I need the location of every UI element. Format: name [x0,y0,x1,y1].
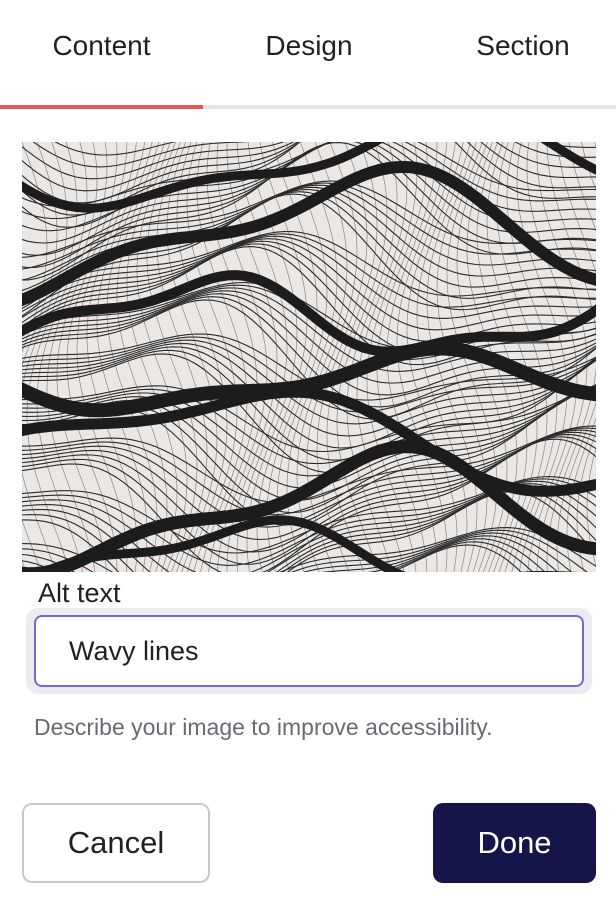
tab-section[interactable]: Section [415,0,616,105]
tab-content[interactable]: Content [0,0,203,105]
image-preview [22,142,596,572]
tab-bar: Content Design Section [0,0,616,110]
alt-text-helper: Describe your image to improve accessibi… [34,714,493,740]
active-tab-indicator [0,105,203,109]
image-settings-panel: Content Design Section Alt text Describe… [0,0,616,904]
cancel-button[interactable]: Cancel [22,803,210,883]
alt-text-input[interactable] [34,615,584,687]
done-button[interactable]: Done [433,803,596,883]
tab-design[interactable]: Design [203,0,415,105]
wavy-lines-image [22,142,596,572]
alt-text-label: Alt text [38,578,121,608]
